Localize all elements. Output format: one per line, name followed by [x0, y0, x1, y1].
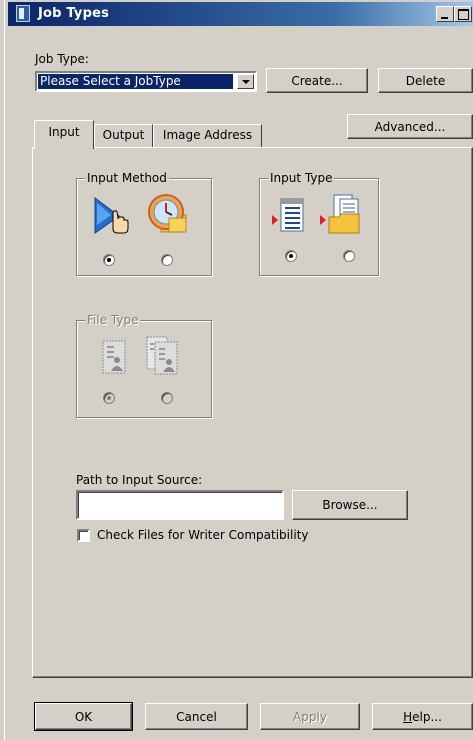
browse-button[interactable]: Browse... — [292, 490, 408, 520]
help-label-rest: elp... — [412, 709, 442, 724]
document-list-icon — [272, 198, 304, 232]
chevron-down-icon[interactable] — [237, 74, 254, 89]
tab-output[interactable]: Output — [94, 124, 153, 148]
help-button[interactable]: Help... — [372, 703, 473, 730]
job-type-dropdown[interactable]: Please Select a JobType — [35, 71, 257, 92]
app-window-icon — [16, 5, 30, 22]
input-type-title: Input Type — [268, 170, 335, 186]
maximize-button[interactable] — [454, 6, 472, 22]
single-file-image-icon — [102, 340, 126, 374]
clock-folder-icon — [148, 194, 187, 233]
pointer-hand-icon — [94, 197, 129, 234]
minimize-button[interactable] — [436, 6, 454, 22]
multi-file-image-icon — [146, 336, 178, 375]
input-type-group: Input Type — [259, 170, 379, 276]
cancel-button[interactable]: Cancel — [145, 703, 248, 730]
input-type-radio-2[interactable] — [343, 250, 355, 262]
folder-documents-icon — [320, 194, 360, 234]
title-bar[interactable]: Job Types × — [8, 2, 473, 26]
file-type-radio-2[interactable] — [161, 392, 173, 404]
input-method-title: Input Method — [85, 170, 169, 186]
apply-button[interactable]: Apply — [260, 703, 360, 730]
ok-button[interactable]: OK — [34, 702, 133, 731]
window-title: Job Types — [38, 6, 110, 21]
tab-input[interactable]: Input — [34, 120, 94, 149]
advanced-button[interactable]: Advanced... — [347, 114, 473, 139]
delete-button[interactable]: Delete — [378, 68, 473, 93]
job-type-selected-value: Please Select a JobType — [37, 73, 234, 90]
check-files-checkbox[interactable] — [77, 529, 90, 542]
job-types-window: Job Types × Job Type: Please Select a Jo… — [0, 0, 473, 740]
file-type-group: File Type — [76, 312, 212, 418]
path-input[interactable] — [76, 490, 284, 520]
check-files-label: Check Files for Writer Compatibility — [97, 528, 309, 542]
create-button[interactable]: Create... — [266, 68, 368, 93]
input-method-radio-1[interactable] — [103, 254, 115, 266]
job-type-label: Job Type: — [35, 52, 89, 66]
help-mnemonic: H — [403, 709, 413, 724]
input-method-radio-2[interactable] — [161, 254, 173, 266]
tab-image-address[interactable]: Image Address — [153, 124, 262, 148]
input-method-group: Input Method — [76, 170, 212, 276]
path-label: Path to Input Source: — [76, 473, 203, 487]
file-type-radio-1[interactable] — [103, 392, 115, 404]
input-type-radio-1[interactable] — [285, 250, 297, 262]
file-type-title: File Type — [85, 312, 141, 328]
